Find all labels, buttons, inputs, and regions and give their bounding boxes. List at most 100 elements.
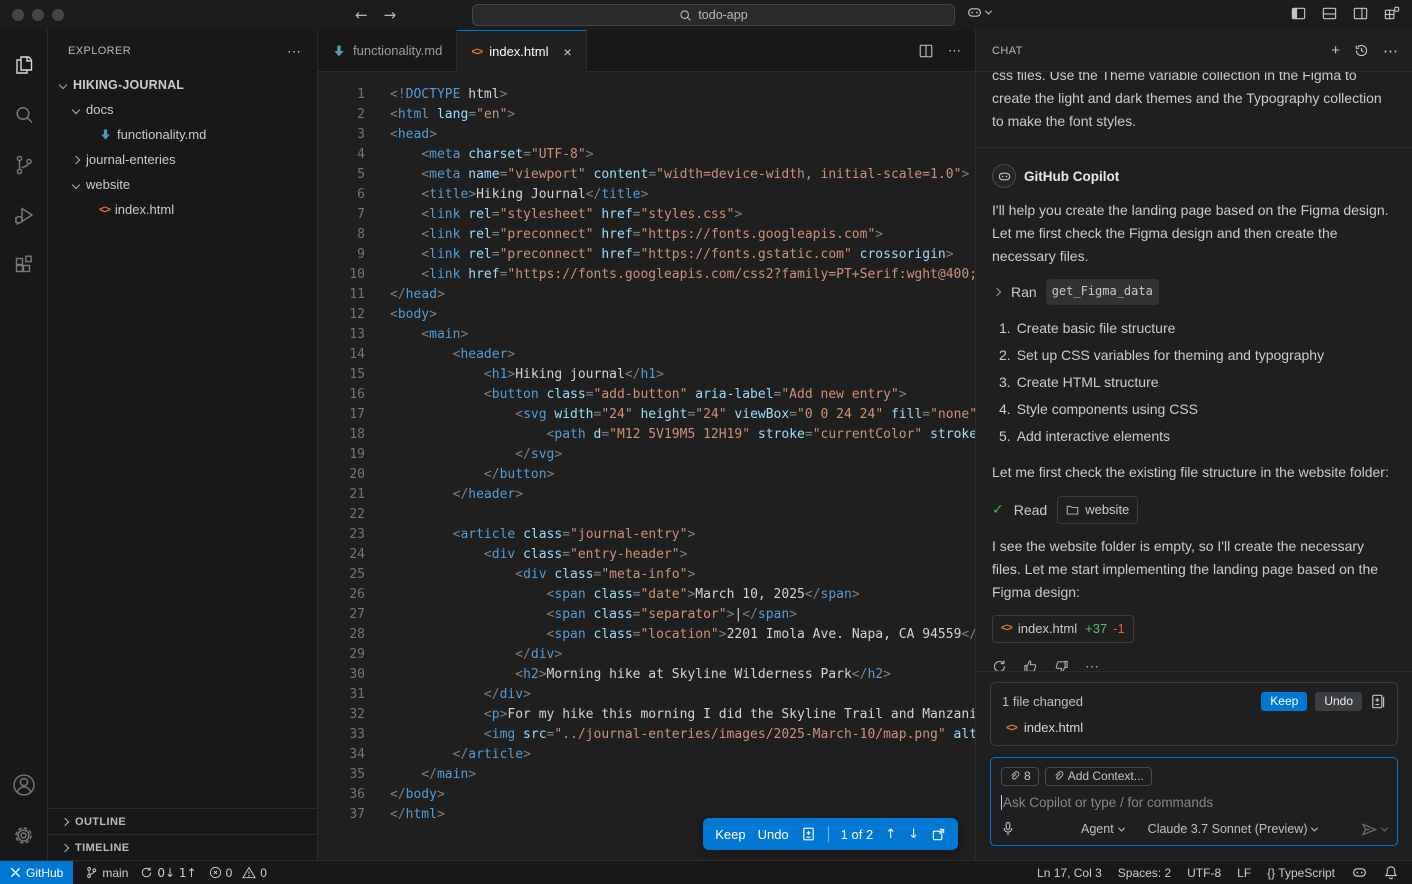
source-control-icon[interactable] (0, 140, 48, 190)
changed-file-row[interactable]: <> index.html (1002, 720, 1386, 735)
code-line: 31 </div> (318, 685, 975, 705)
traffic-lights[interactable] (12, 9, 64, 21)
eol-sequence[interactable]: LF (1237, 866, 1251, 880)
tab-label: functionality.md (353, 43, 442, 58)
previous-change-icon[interactable]: ↑ (885, 827, 896, 842)
remote-indicator[interactable]: GitHub (0, 861, 73, 884)
changed-file-chip[interactable]: <> index.html +37 -1 (992, 615, 1134, 643)
assistant-header: GitHub Copilot (992, 164, 1396, 188)
read-target-chip[interactable]: website (1057, 496, 1138, 524)
line-number: 2 (318, 105, 365, 125)
diff-file-icon[interactable] (801, 826, 816, 842)
sync-indicator[interactable]: 0↓ 1↑ (140, 866, 196, 880)
customize-layout-icon[interactable] (1383, 5, 1400, 22)
chat-history-icon[interactable] (1354, 43, 1369, 58)
line-content: </div> (365, 645, 562, 665)
view-diff-icon[interactable] (1370, 693, 1386, 710)
copilot-status-icon[interactable] (1351, 864, 1368, 881)
microphone-icon[interactable] (1001, 821, 1015, 837)
tree-item-docs[interactable]: docs (48, 97, 317, 122)
undo-all-button[interactable]: Undo (1315, 692, 1362, 711)
explorer-icon[interactable] (0, 40, 48, 90)
add-context-chip[interactable]: Add Context... (1045, 767, 1152, 786)
sync-icon (140, 866, 153, 879)
go-back-button[interactable]: ← (355, 6, 368, 24)
chevron-down-icon (1118, 824, 1125, 831)
close-tab-icon[interactable]: × (563, 44, 571, 60)
keep-change-button[interactable]: Keep (715, 827, 745, 842)
outline-panel-header[interactable]: OUTLINE (48, 808, 317, 834)
code-editor[interactable]: 1<!DOCTYPE html>2<html lang="en">3<head>… (318, 72, 975, 860)
tree-item-index-html[interactable]: <>index.html (48, 197, 317, 222)
thumbs-down-icon[interactable] (1054, 659, 1069, 671)
code-line: 21 </header> (318, 485, 975, 505)
timeline-panel-header[interactable]: TIMELINE (48, 834, 317, 860)
language-mode[interactable]: {} TypeScript (1267, 866, 1335, 880)
thumbs-up-icon[interactable] (1023, 659, 1038, 671)
tab-index-html[interactable]: <> index.html × (457, 30, 586, 72)
chat-input-box[interactable]: 8 Add Context... Ask Copilot or type / f… (990, 757, 1398, 846)
undo-change-button[interactable]: Undo (758, 827, 789, 842)
keep-all-button[interactable]: Keep (1261, 692, 1307, 711)
editor-more-icon[interactable]: ⋯ (948, 43, 961, 59)
next-change-icon[interactable]: ↓ (908, 827, 919, 842)
tab-functionality-md[interactable]: functionality.md (318, 30, 457, 71)
copilot-menu-button[interactable] (966, 4, 991, 21)
run-debug-icon[interactable] (0, 190, 48, 240)
encoding[interactable]: UTF-8 (1187, 866, 1221, 880)
toggle-primary-sidebar-icon[interactable] (1290, 5, 1307, 22)
line-number: 14 (318, 345, 365, 365)
toggle-panel-icon[interactable] (1321, 5, 1338, 22)
search-view-icon[interactable] (0, 90, 48, 140)
code-line: 23 <article class="journal-entry"> (318, 525, 975, 545)
open-changes-icon[interactable] (931, 827, 946, 842)
model-label: Claude 3.7 Sonnet (Preview) (1148, 822, 1308, 836)
line-number: 34 (318, 745, 365, 765)
chat-prompt-input[interactable]: Ask Copilot or type / for commands (1001, 795, 1387, 810)
toggle-secondary-sidebar-icon[interactable] (1352, 5, 1369, 22)
settings-gear-icon[interactable] (0, 810, 48, 860)
tool-run-row[interactable]: Ran get_Figma_data (992, 279, 1396, 305)
indentation[interactable]: Spaces: 2 (1118, 866, 1171, 880)
mode-label: Agent (1081, 822, 1114, 836)
more-actions-icon[interactable]: ⋯ (1085, 655, 1099, 671)
explorer-more-icon[interactable]: ⋯ (287, 43, 301, 60)
line-number: 19 (318, 445, 365, 465)
branch-indicator[interactable]: main (85, 866, 128, 880)
errors-icon (209, 866, 222, 879)
send-button[interactable] (1361, 822, 1387, 837)
line-content: <h2>Morning hike at Skyline Wilderness P… (365, 665, 891, 685)
lines-added: +37 (1085, 617, 1107, 640)
go-forward-button[interactable]: → (384, 6, 397, 24)
cursor-position[interactable]: Ln 17, Col 3 (1037, 866, 1102, 880)
tree-item-functionality-md[interactable]: functionality.md (48, 122, 317, 147)
chat-messages[interactable]: css files. Use the Theme variable collec… (976, 72, 1412, 671)
command-center-search[interactable]: todo-app (472, 4, 955, 26)
chevron-down-icon (58, 82, 68, 88)
notifications-bell-icon[interactable] (1384, 865, 1398, 880)
tree-item-journal-enteries[interactable]: journal-enteries (48, 147, 317, 172)
step-text: Create basic file structure (1017, 315, 1176, 342)
extensions-icon[interactable] (0, 240, 48, 290)
new-chat-icon[interactable]: + (1331, 42, 1340, 59)
line-number: 7 (318, 205, 365, 225)
chat-title: CHAT (992, 45, 1023, 57)
minimize-window-icon[interactable] (32, 9, 44, 21)
close-window-icon[interactable] (12, 9, 24, 21)
code-line: 10 <link href="https://fonts.googleapis.… (318, 265, 975, 285)
tree-item-hiking-journal[interactable]: HIKING-JOURNAL (48, 72, 317, 97)
account-icon[interactable] (0, 760, 48, 810)
chat-more-icon[interactable]: ⋯ (1383, 42, 1398, 60)
problems-indicator[interactable]: 0 0 (209, 866, 267, 880)
retry-icon[interactable] (992, 659, 1007, 671)
attachments-chip[interactable]: 8 (1001, 767, 1039, 786)
split-editor-icon[interactable] (918, 43, 934, 59)
tree-item-website[interactable]: website (48, 172, 317, 197)
line-number: 8 (318, 225, 365, 245)
mode-picker[interactable]: Agent (1081, 822, 1124, 836)
line-content: <title>Hiking Journal</title> (365, 185, 648, 205)
status-bar: GitHub main 0↓ 1↑ 0 0 Ln 17, Col 3 Space… (0, 860, 1412, 884)
model-picker[interactable]: Claude 3.7 Sonnet (Preview) (1148, 822, 1318, 836)
file-name: index.html (1024, 720, 1083, 735)
maximize-window-icon[interactable] (52, 9, 64, 21)
